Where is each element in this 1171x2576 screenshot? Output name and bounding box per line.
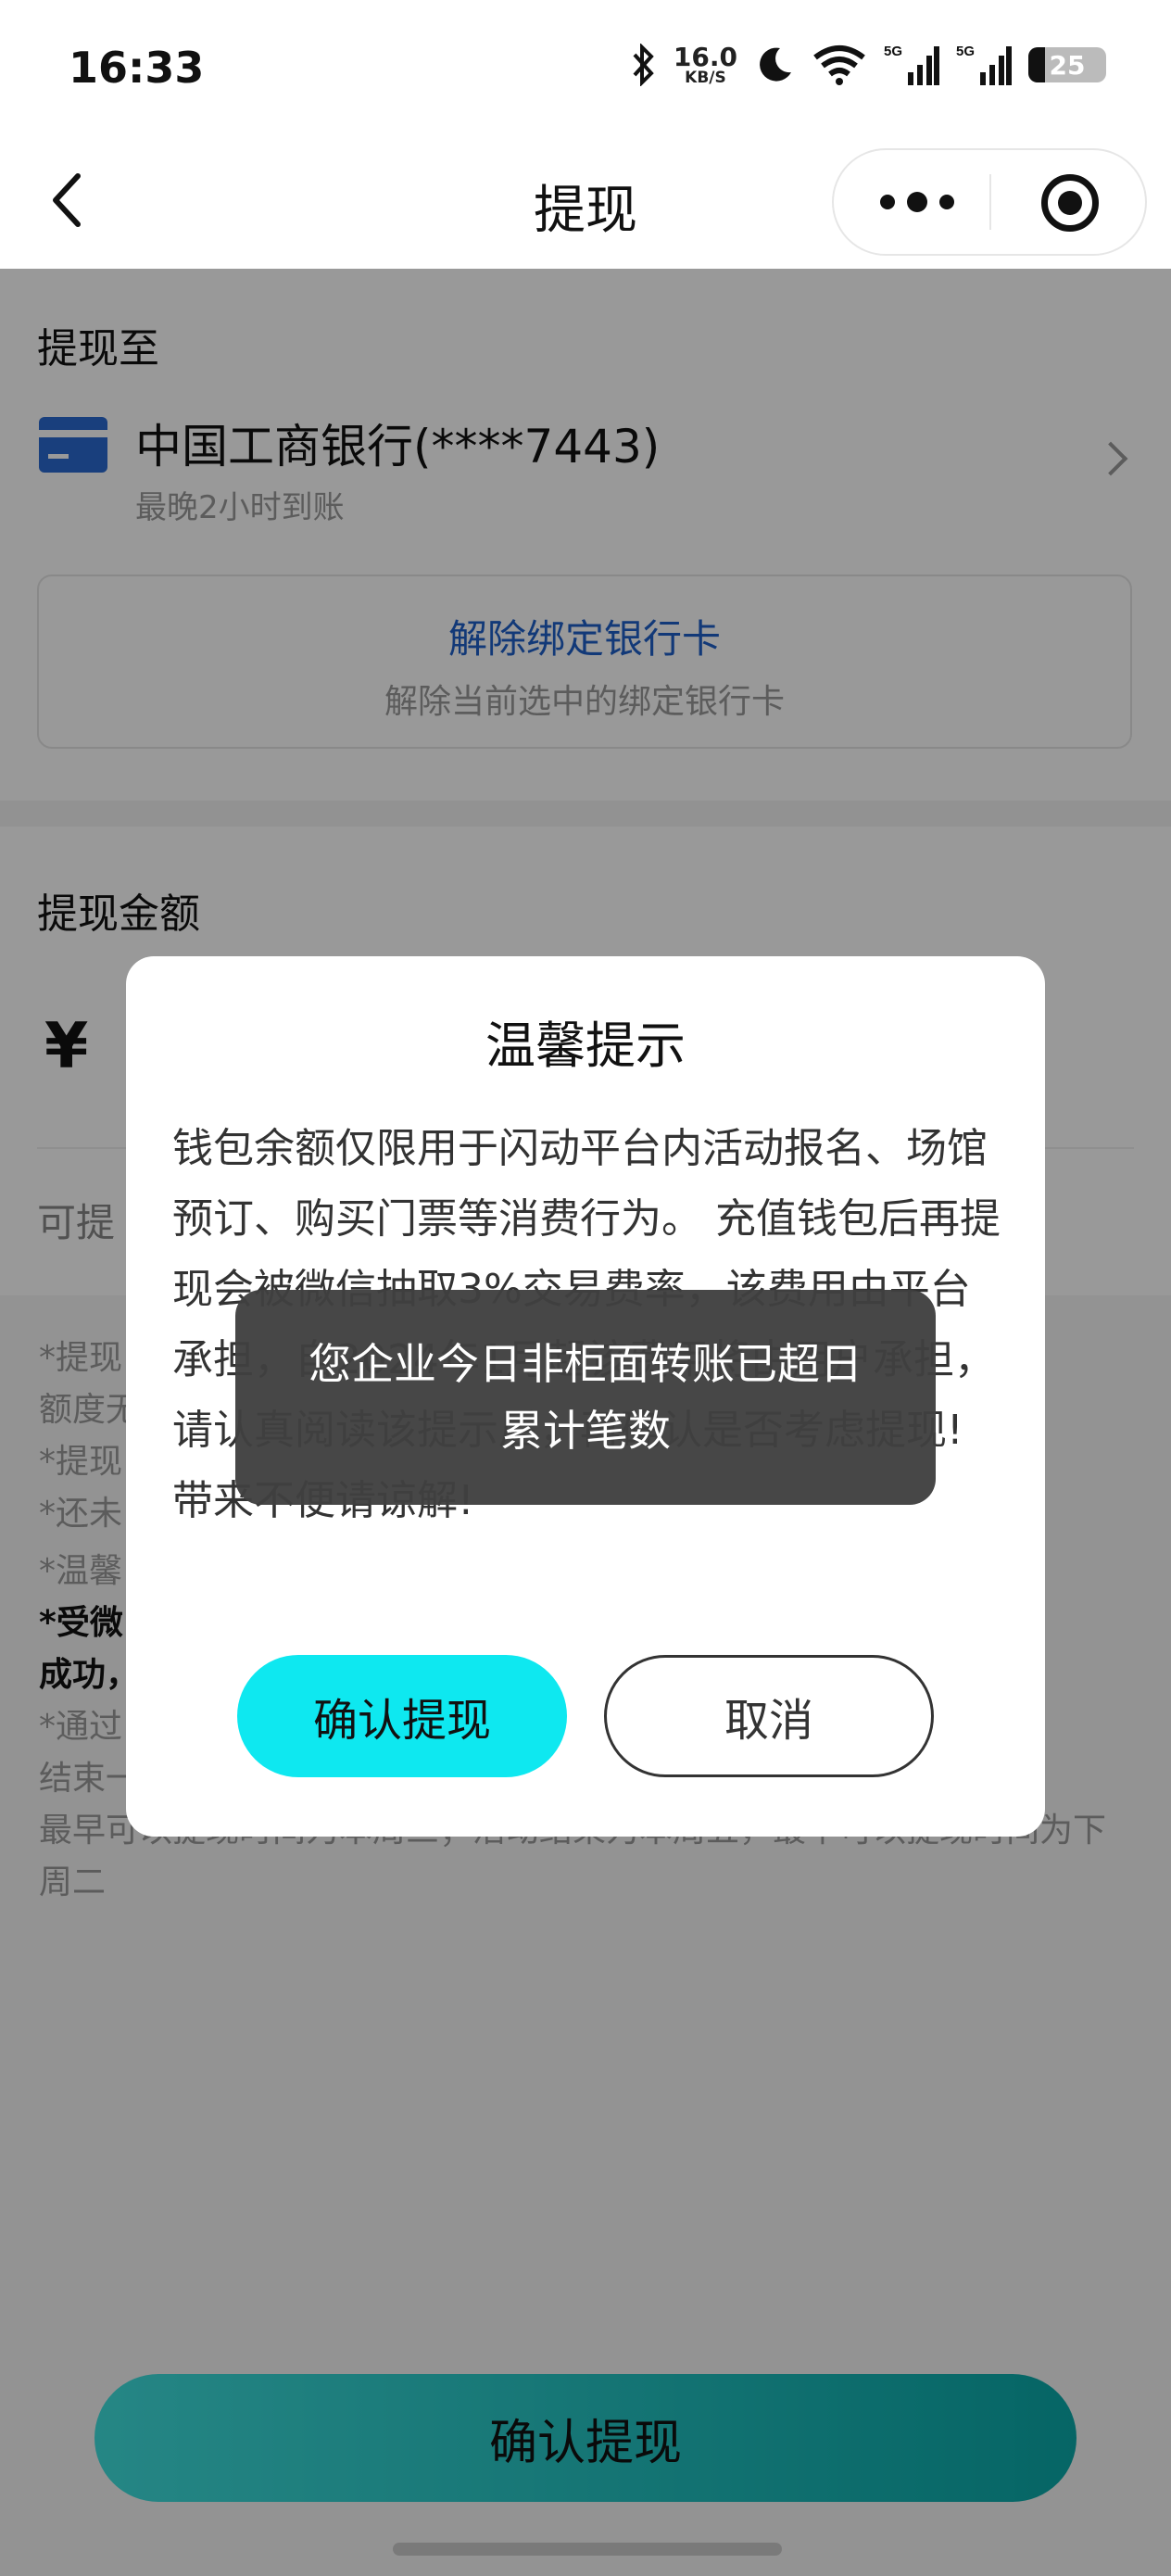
status-bar: 16:33 16.0 KB/S 5G 5G 25: [0, 0, 1171, 139]
moon-icon: [760, 47, 791, 82]
svg-text:5G: 5G: [956, 44, 975, 59]
battery-icon: 25: [1028, 47, 1106, 82]
toast-message: 您企业今日非柜面转账已超日累计笔数: [235, 1290, 936, 1505]
nav-bar: 提现: [0, 139, 1171, 269]
status-time: 16:33: [69, 43, 205, 93]
more-icon[interactable]: [880, 191, 954, 213]
mini-program-capsule: [832, 148, 1147, 256]
svg-text:5G: 5G: [884, 44, 902, 59]
toast-text: 您企业今日非柜面转账已超日累计笔数: [308, 1339, 863, 1456]
signal-icon-2: 5G: [956, 44, 1012, 85]
bluetooth-icon: [633, 44, 654, 86]
status-icons: 16.0 KB/S 5G 5G 25: [629, 37, 1106, 93]
capsule-divider: [989, 174, 991, 230]
dialog-confirm-button[interactable]: 确认提现: [237, 1655, 567, 1777]
net-speed: 16.0 KB/S: [673, 41, 737, 87]
close-mini-program-icon[interactable]: [1041, 174, 1099, 232]
signal-icon: 5G: [884, 44, 939, 85]
wifi-icon: [813, 45, 865, 85]
dialog-cancel-button[interactable]: 取消: [604, 1655, 934, 1777]
dialog-title: 温馨提示: [485, 1017, 686, 1075]
